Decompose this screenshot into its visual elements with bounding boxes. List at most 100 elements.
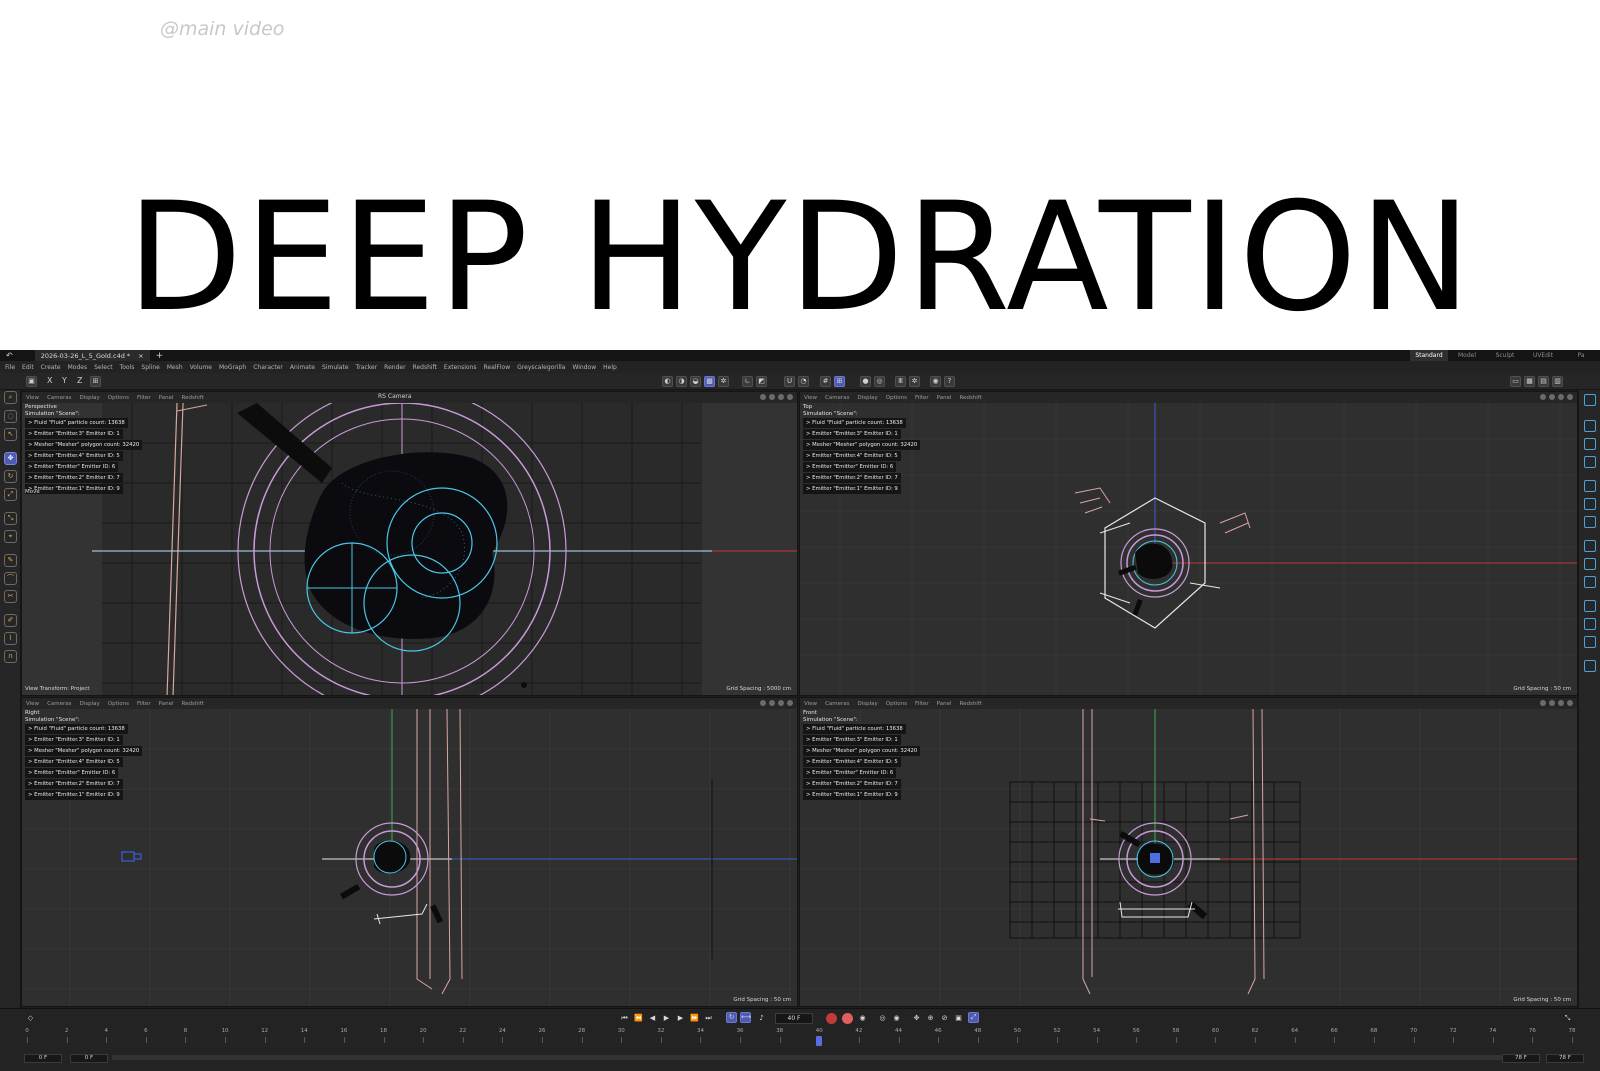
motion-icon[interactable]: ▣ — [954, 1014, 963, 1023]
rotate-view-icon[interactable] — [778, 394, 784, 400]
auto-key-button[interactable] — [842, 1013, 853, 1024]
magnet-tool-icon[interactable]: ∩ — [4, 650, 17, 663]
maximize-view-icon[interactable] — [787, 394, 793, 400]
move-view-icon[interactable] — [760, 700, 766, 706]
viewport-menu-panel[interactable]: Panel — [159, 701, 174, 707]
environment-icon[interactable] — [1584, 600, 1596, 612]
interactive-render-button[interactable]: ▦ — [1524, 376, 1535, 387]
viewport-menu-display[interactable]: Display — [858, 395, 878, 401]
help-icon[interactable]: ? — [944, 376, 955, 387]
viewport-menu-panel[interactable]: Panel — [937, 395, 952, 401]
viewport-menu-display[interactable]: Display — [80, 395, 100, 401]
key-position-icon[interactable]: ◎ — [878, 1014, 887, 1023]
plane-icon[interactable] — [1584, 420, 1596, 432]
menu-greyscalegorilla[interactable]: Greyscalegorilla — [517, 364, 565, 371]
layout-sculpt[interactable]: Sculpt — [1486, 350, 1524, 361]
brush-icon[interactable]: ✐ — [4, 614, 17, 627]
move-view-icon[interactable] — [1540, 394, 1546, 400]
magnet-icon[interactable]: U — [784, 376, 795, 387]
grid-icon[interactable]: # — [820, 376, 831, 387]
axis-icon[interactable]: ⌖ — [4, 530, 17, 543]
sound-icon[interactable]: ♪ — [757, 1014, 766, 1023]
paint-icon[interactable]: ⌇ — [4, 632, 17, 645]
settings-icon[interactable]: ✲ — [909, 376, 920, 387]
symmetry-icon[interactable]: Ⅲ — [895, 376, 906, 387]
render-settings-button[interactable]: ◒ — [690, 376, 701, 387]
go-to-start-button[interactable]: ⏮ — [620, 1014, 629, 1023]
workplane-button[interactable]: ◩ — [756, 376, 767, 387]
knife-icon[interactable]: ✂ — [4, 590, 17, 603]
loop-button[interactable]: ↻ — [726, 1012, 737, 1023]
select-icon[interactable]: ↖ — [4, 428, 17, 441]
key-selection-icon[interactable]: ◉ — [858, 1014, 867, 1023]
viewport-top[interactable]: View Cameras Display Options Filter Panel Reds… — [799, 391, 1578, 696]
rotate-view-icon[interactable] — [1558, 394, 1564, 400]
viewport-menu-cameras[interactable]: Cameras — [47, 395, 71, 401]
effector-icon[interactable] — [1584, 498, 1596, 510]
cloner-icon[interactable] — [1584, 480, 1596, 492]
frame-ruler[interactable]: 0 2 4 6 8 10 12 14 16 18 20 22 24 26 28 30 32 34 36 38 40 42 4… — [22, 1028, 1577, 1050]
menu-realflow[interactable]: RealFlow — [484, 364, 511, 371]
viewport-menu-filter[interactable]: Filter — [137, 701, 151, 707]
preview-end-field[interactable]: 78 F — [1502, 1054, 1540, 1063]
live-selection-icon[interactable]: ◌ — [4, 410, 17, 423]
maximize-view-icon[interactable] — [1567, 394, 1573, 400]
viewport-menu-redshift[interactable]: Redshift — [960, 395, 982, 401]
zoom-view-icon[interactable] — [1549, 394, 1555, 400]
menu-mograph[interactable]: MoGraph — [219, 364, 246, 371]
range-slider[interactable] — [112, 1055, 1502, 1060]
go-to-end-button[interactable]: ⏭ — [704, 1014, 713, 1023]
menu-select[interactable]: Select — [94, 364, 113, 371]
menu-mesh[interactable]: Mesh — [167, 364, 183, 371]
snap-button[interactable]: ∟ — [742, 376, 753, 387]
render-region-button[interactable]: ▭ — [1510, 376, 1521, 387]
zoom-view-icon[interactable] — [769, 700, 775, 706]
menu-extensions[interactable]: Extensions — [444, 364, 477, 371]
menu-render[interactable]: Render — [384, 364, 405, 371]
menu-create[interactable]: Create — [41, 364, 61, 371]
viewport-menu-options[interactable]: Options — [108, 395, 129, 401]
viewport-menu-options[interactable]: Options — [886, 701, 907, 707]
picture-viewer-button[interactable]: ▤ — [1538, 376, 1549, 387]
document-tab[interactable]: 2026-03-26_L_5_Gold.c4d * × — [34, 350, 150, 361]
menu-redshift[interactable]: Redshift — [413, 364, 437, 371]
menu-modes[interactable]: Modes — [68, 364, 87, 371]
new-tab-icon[interactable]: + — [156, 351, 164, 361]
zoom-view-icon[interactable] — [1549, 700, 1555, 706]
viewport-menu-view[interactable]: View — [804, 395, 817, 401]
rotate-icon[interactable]: ↻ — [4, 470, 17, 483]
keyframe-icon[interactable]: ◇ — [26, 1014, 35, 1023]
preview-start-field[interactable]: 0 F — [70, 1054, 108, 1063]
active-camera-label[interactable]: RS Camera — [378, 393, 411, 400]
viewport-menu-redshift[interactable]: Redshift — [182, 701, 204, 707]
search-icon[interactable]: ⌕ — [4, 391, 17, 404]
menu-edit[interactable]: Edit — [22, 364, 34, 371]
layout-more[interactable]: Pa — [1562, 350, 1600, 361]
viewport-menu-panel[interactable]: Panel — [937, 701, 952, 707]
expand-timeline-icon[interactable]: ⤡ — [1563, 1014, 1572, 1023]
viewport-menu-display[interactable]: Display — [858, 701, 878, 707]
viewport-menu-options[interactable]: Options — [108, 701, 129, 707]
field-icon[interactable] — [1584, 540, 1596, 552]
scale-icon[interactable]: ⤢ — [4, 488, 17, 501]
layout-model[interactable]: Model — [1448, 350, 1486, 361]
viewport-menu-view[interactable]: View — [804, 701, 817, 707]
viewport-menu-view[interactable]: View — [26, 395, 39, 401]
end-frame-field[interactable]: 78 F — [1546, 1054, 1584, 1063]
brush-tool-icon[interactable] — [1584, 660, 1596, 672]
record-keyframe-button[interactable] — [826, 1013, 837, 1024]
object-mode-button[interactable]: ▣ — [26, 376, 37, 387]
grid-snap-icon[interactable]: ⊞ — [834, 376, 845, 387]
menu-window[interactable]: Window — [572, 364, 596, 371]
viewport-menu-redshift[interactable]: Redshift — [960, 701, 982, 707]
text-icon[interactable] — [1584, 456, 1596, 468]
menu-simulate[interactable]: Simulate — [322, 364, 349, 371]
maximize-view-icon[interactable] — [1567, 700, 1573, 706]
viewport-menu-filter[interactable]: Filter — [915, 701, 929, 707]
bend-icon[interactable]: ⌒ — [4, 572, 17, 585]
menu-file[interactable]: File — [5, 364, 15, 371]
spline-pen-icon[interactable]: ✎ — [4, 554, 17, 567]
current-frame-field[interactable]: 40 F — [775, 1013, 813, 1024]
camera-icon[interactable] — [1584, 576, 1596, 588]
lock-icon[interactable]: ◔ — [798, 376, 809, 387]
